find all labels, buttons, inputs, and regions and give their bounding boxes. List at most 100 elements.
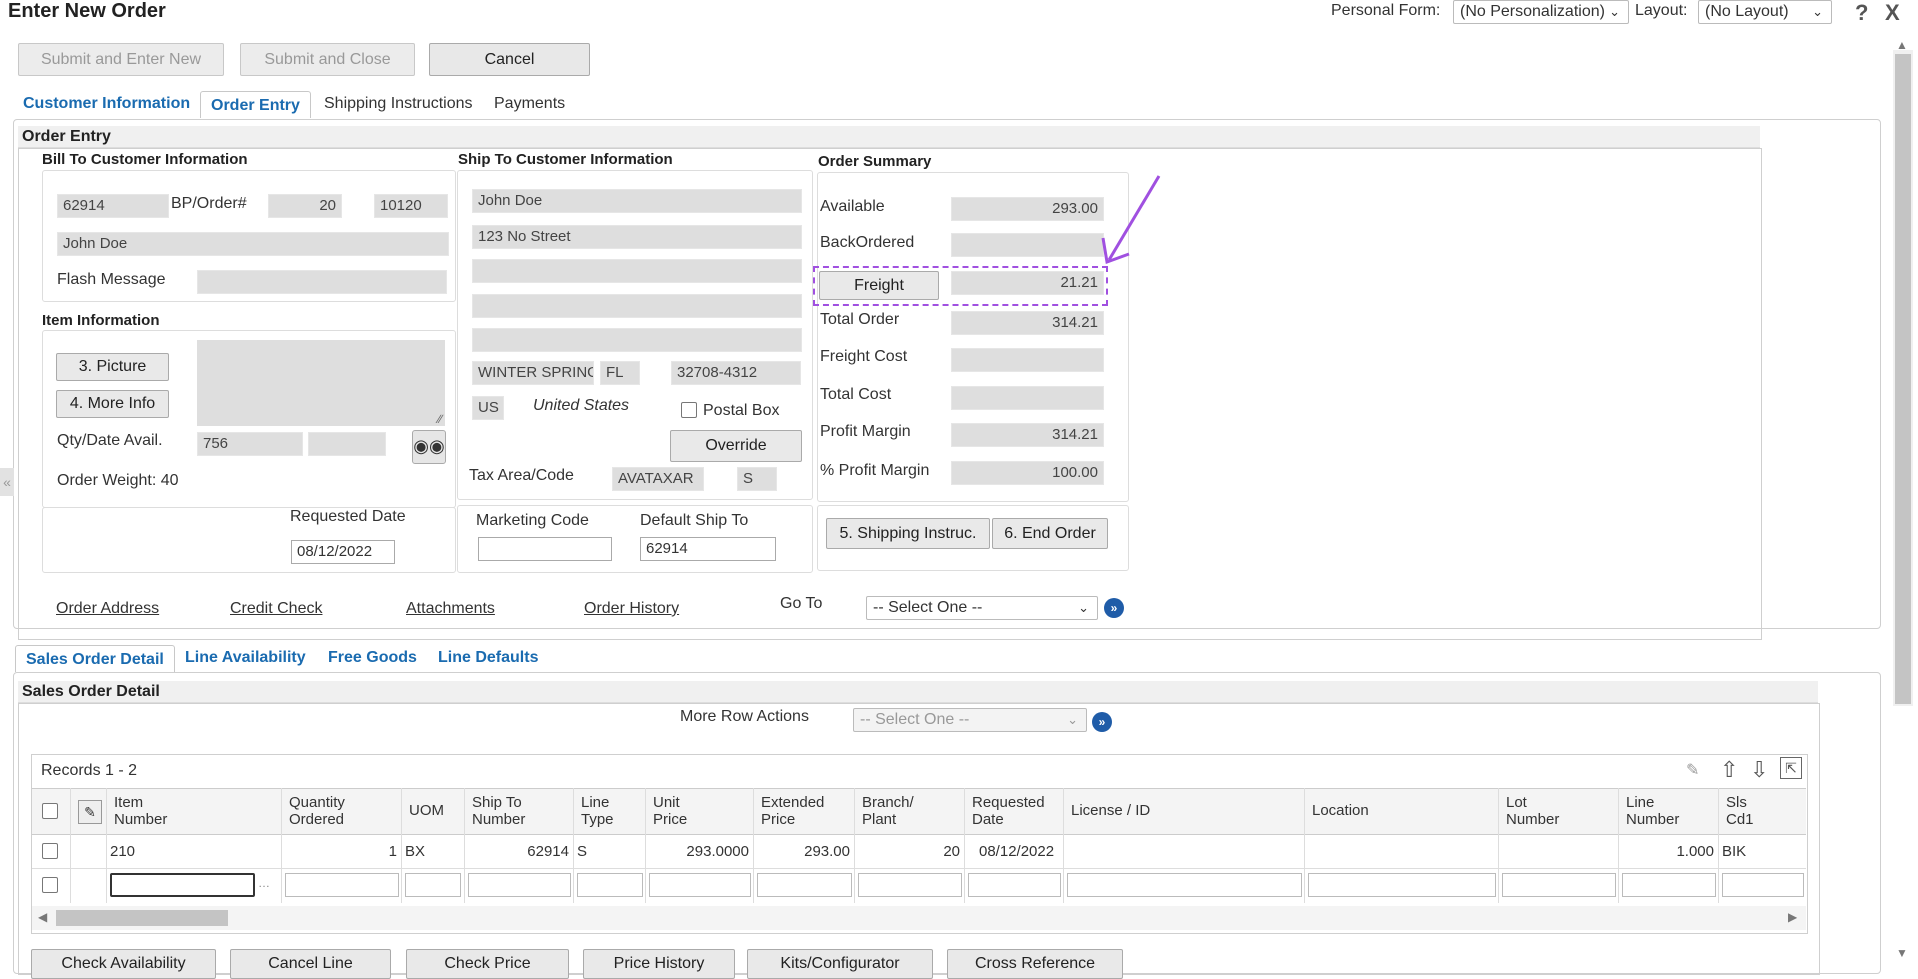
horizontal-scrollbar[interactable]: ◀ ▶ bbox=[32, 906, 1806, 930]
cell-quantity[interactable]: 1 bbox=[285, 843, 397, 860]
cell-item-number[interactable]: 210 bbox=[110, 843, 135, 860]
col-quantity-ordered[interactable]: Quantity Ordered bbox=[289, 794, 345, 828]
upload-icon[interactable]: ⇧ bbox=[1720, 757, 1738, 783]
lot-number-input[interactable] bbox=[1502, 873, 1616, 897]
cell-ship-to[interactable]: 62914 bbox=[468, 843, 569, 860]
picture-button[interactable]: 3. Picture bbox=[56, 353, 169, 381]
unit-price-input[interactable] bbox=[649, 873, 751, 897]
col-unit-price[interactable]: Unit Price bbox=[653, 794, 687, 828]
total-order-label: Total Order bbox=[820, 311, 900, 328]
cross-reference-button[interactable]: Cross Reference bbox=[947, 949, 1123, 979]
cell-branch-plant[interactable]: 20 bbox=[858, 843, 960, 860]
collapse-handle-icon[interactable]: « bbox=[0, 468, 14, 496]
location-input[interactable] bbox=[1308, 873, 1496, 897]
item-number-input[interactable] bbox=[110, 873, 255, 897]
horizontal-scroll-thumb[interactable] bbox=[56, 910, 228, 926]
cell-sls-cd1[interactable]: BIK bbox=[1722, 843, 1746, 860]
cell-unit-price[interactable]: 293.0000 bbox=[649, 843, 749, 860]
tab-shipping-instructions[interactable]: Shipping Instructions bbox=[324, 95, 473, 113]
scroll-down-icon[interactable]: ▼ bbox=[1896, 946, 1908, 960]
select-all-checkbox[interactable] bbox=[42, 803, 58, 819]
cell-uom[interactable]: BX bbox=[405, 843, 425, 860]
cell-extended-price[interactable]: 293.00 bbox=[757, 843, 850, 860]
quantity-input[interactable] bbox=[285, 873, 399, 897]
col-uom[interactable]: UOM bbox=[409, 802, 444, 819]
tab-line-availability[interactable]: Line Availability bbox=[185, 649, 306, 667]
col-line-type[interactable]: Line Type bbox=[581, 794, 614, 828]
requested-date-input[interactable]: 08/12/2022 bbox=[291, 540, 395, 564]
row-checkbox[interactable] bbox=[42, 877, 58, 893]
submit-and-close-button[interactable]: Submit and Close bbox=[240, 43, 415, 76]
cancel-line-button[interactable]: Cancel Line bbox=[230, 949, 391, 979]
go-arrow-icon[interactable]: » bbox=[1104, 598, 1124, 618]
branch-plant-input[interactable] bbox=[858, 873, 962, 897]
scroll-up-icon[interactable]: ▲ bbox=[1896, 38, 1908, 52]
cell-line-type[interactable]: S bbox=[577, 843, 587, 860]
order-history-link[interactable]: Order History bbox=[584, 600, 679, 618]
extended-price-input[interactable] bbox=[757, 873, 852, 897]
tab-order-entry[interactable]: Order Entry bbox=[200, 91, 311, 118]
expand-grid-icon[interactable]: ⇱ bbox=[1780, 757, 1802, 779]
tab-free-goods[interactable]: Free Goods bbox=[328, 649, 417, 667]
check-availability-button[interactable]: Check Availability bbox=[31, 949, 216, 979]
tab-line-defaults[interactable]: Line Defaults bbox=[438, 649, 538, 667]
binoculars-icon[interactable]: ◉◉ bbox=[412, 430, 446, 464]
attachments-link[interactable]: Attachments bbox=[406, 600, 495, 618]
go-to-select[interactable]: -- Select One -- ⌄ bbox=[866, 596, 1098, 620]
col-item-number[interactable]: Item Number bbox=[114, 794, 167, 828]
sls-cd1-input[interactable] bbox=[1722, 873, 1804, 897]
cell-line-number[interactable]: 1.000 bbox=[1622, 843, 1714, 860]
scroll-left-icon[interactable]: ◀ bbox=[38, 910, 47, 924]
freight-button[interactable]: Freight bbox=[819, 271, 939, 300]
credit-check-link[interactable]: Credit Check bbox=[230, 600, 322, 618]
ellipsis-icon[interactable]: … bbox=[258, 876, 270, 890]
vertical-scroll-thumb[interactable] bbox=[1895, 54, 1911, 704]
price-history-button[interactable]: Price History bbox=[583, 949, 735, 979]
more-row-actions-select[interactable]: -- Select One -- ⌄ bbox=[853, 708, 1087, 732]
col-license-id[interactable]: License / ID bbox=[1071, 802, 1150, 819]
layout-select[interactable]: (No Layout) ⌄ bbox=[1698, 0, 1832, 24]
col-extended-price[interactable]: Extended Price bbox=[761, 794, 824, 828]
item-notes-textarea[interactable]: ∕∕ bbox=[197, 340, 445, 426]
col-sls-cd1[interactable]: Sls Cd1 bbox=[1726, 794, 1754, 828]
personal-form-select[interactable]: (No Personalization) ⌄ bbox=[1453, 0, 1629, 24]
end-order-button[interactable]: 6. End Order bbox=[992, 518, 1108, 549]
tab-sales-order-detail[interactable]: Sales Order Detail bbox=[15, 645, 175, 672]
resize-handle-icon[interactable]: ∕∕ bbox=[438, 412, 442, 426]
license-id-input[interactable] bbox=[1067, 873, 1302, 897]
cancel-button[interactable]: Cancel bbox=[429, 43, 590, 76]
cell-requested-date[interactable]: 08/12/2022 bbox=[979, 843, 1054, 860]
tab-payments[interactable]: Payments bbox=[494, 95, 565, 113]
uom-input[interactable] bbox=[405, 873, 461, 897]
close-icon[interactable]: X bbox=[1885, 0, 1900, 26]
default-ship-to-input[interactable]: 62914 bbox=[640, 537, 776, 561]
line-type-input[interactable] bbox=[577, 873, 643, 897]
col-lot-number[interactable]: Lot Number bbox=[1506, 794, 1559, 828]
row-actions-go-icon[interactable]: » bbox=[1092, 712, 1112, 732]
help-icon[interactable]: ? bbox=[1855, 0, 1868, 26]
shipping-instructions-button[interactable]: 5. Shipping Instruc. bbox=[826, 518, 990, 549]
ship-to-input[interactable] bbox=[468, 873, 571, 897]
col-location[interactable]: Location bbox=[1312, 802, 1369, 819]
row-checkbox[interactable] bbox=[42, 843, 58, 859]
col-line-number[interactable]: Line Number bbox=[1626, 794, 1679, 828]
scroll-right-icon[interactable]: ▶ bbox=[1788, 910, 1797, 924]
order-address-link[interactable]: Order Address bbox=[56, 600, 159, 618]
download-icon[interactable]: ⇩ bbox=[1750, 757, 1768, 783]
tab-customer-information[interactable]: Customer Information bbox=[23, 95, 190, 113]
submit-and-enter-new-button[interactable]: Submit and Enter New bbox=[18, 43, 224, 76]
edit-grid-icon[interactable]: ✎ bbox=[1686, 760, 1708, 782]
col-branch-plant[interactable]: Branch/Plant bbox=[862, 794, 914, 828]
more-info-button[interactable]: 4. More Info bbox=[56, 390, 169, 418]
override-button[interactable]: Override bbox=[670, 430, 802, 462]
vertical-scrollbar[interactable] bbox=[1893, 50, 1913, 706]
kits-configurator-button[interactable]: Kits/Configurator bbox=[747, 949, 933, 979]
grid-edit-icon[interactable]: ✎ bbox=[78, 800, 102, 824]
col-requested-date[interactable]: Requested Date bbox=[972, 794, 1045, 828]
col-ship-to-number[interactable]: Ship To Number bbox=[472, 794, 525, 828]
line-number-input[interactable] bbox=[1622, 873, 1716, 897]
requested-date-input-row[interactable] bbox=[968, 873, 1061, 897]
marketing-code-input[interactable] bbox=[478, 537, 612, 561]
check-price-button[interactable]: Check Price bbox=[406, 949, 569, 979]
postal-box-checkbox[interactable] bbox=[681, 402, 697, 418]
